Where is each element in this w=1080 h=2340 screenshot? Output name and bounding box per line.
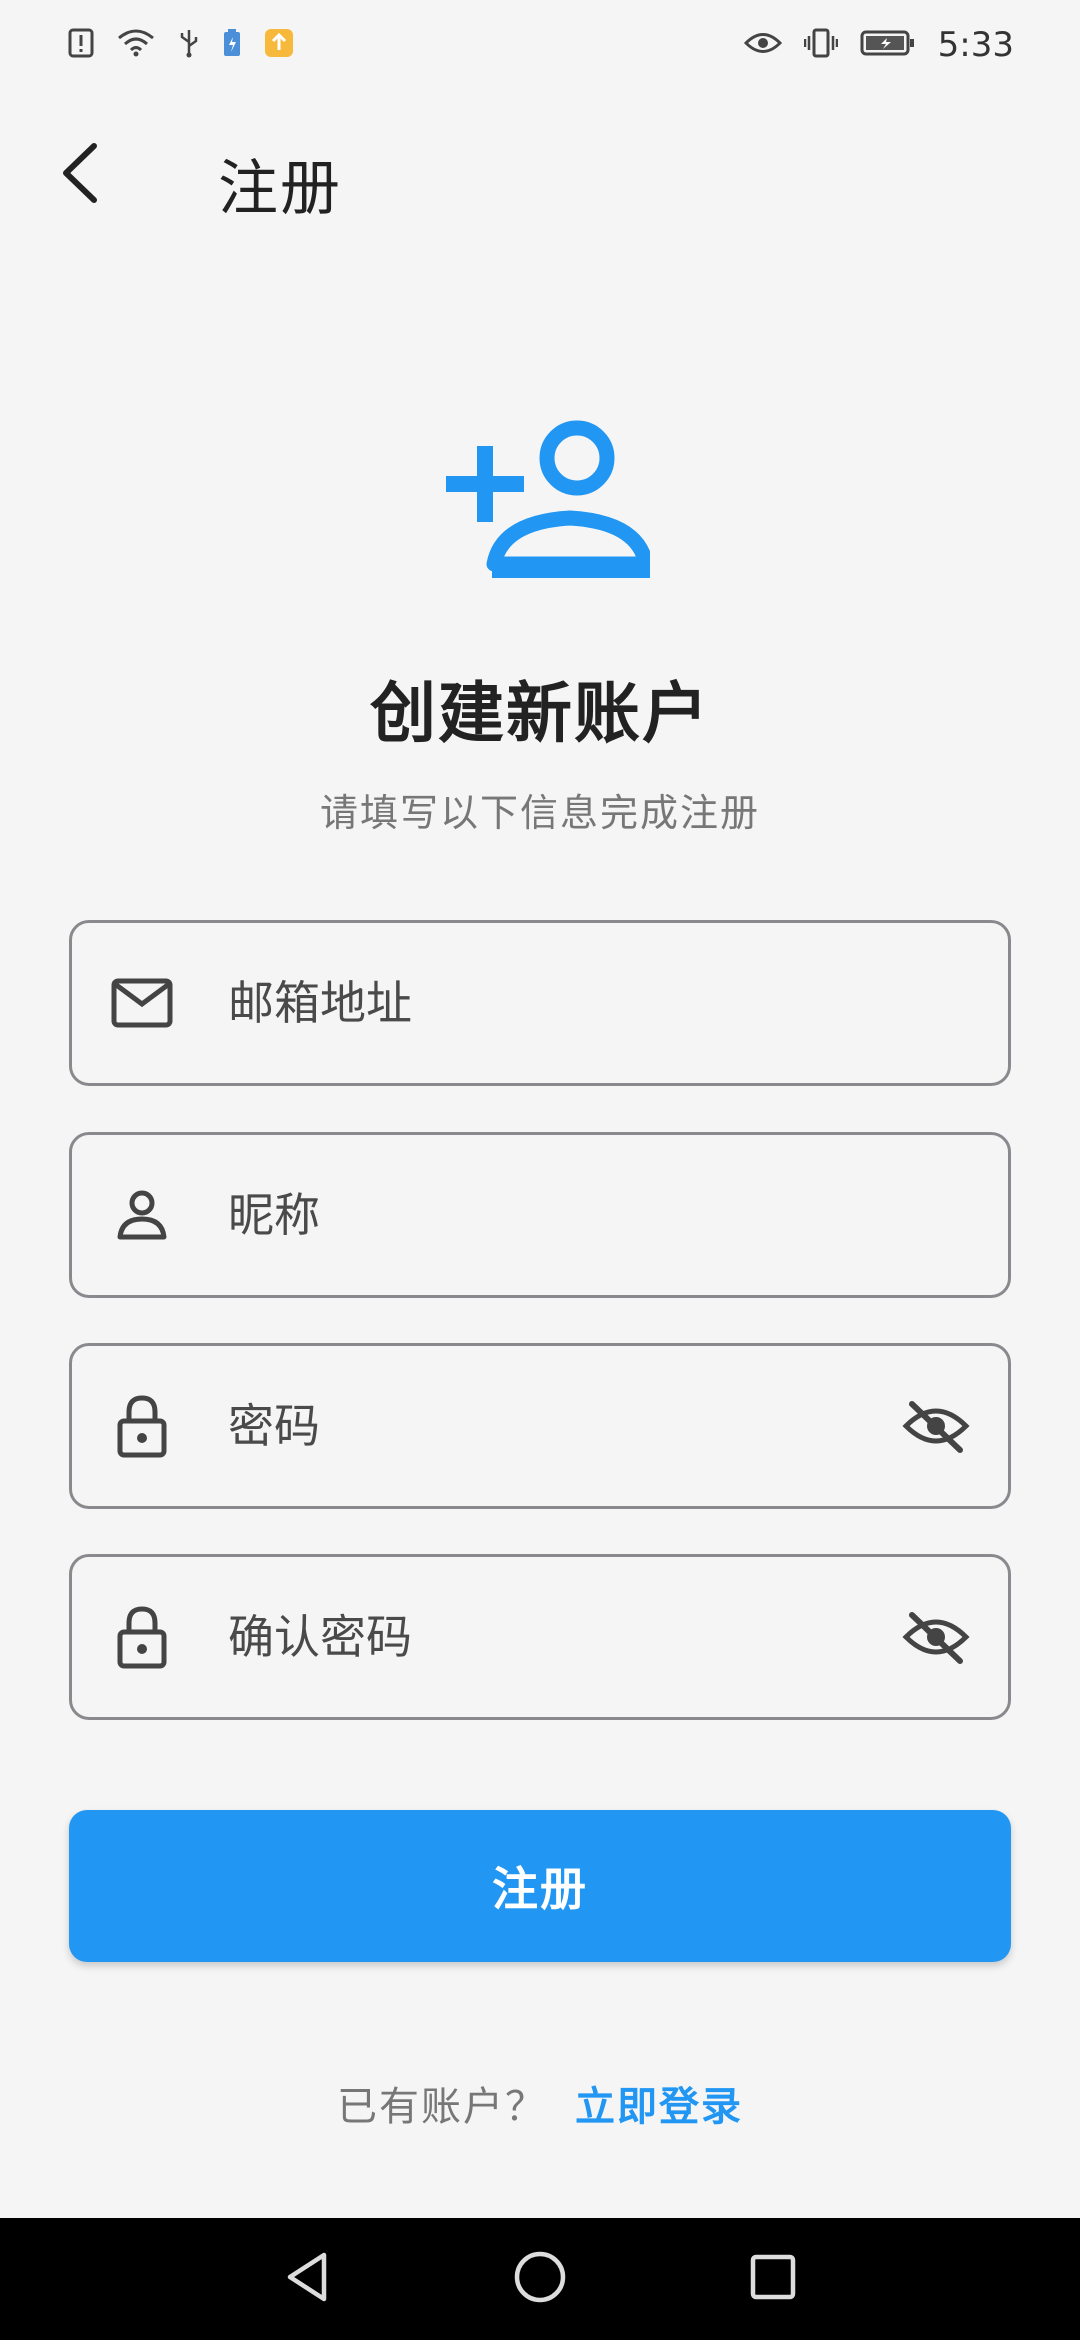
nav-back-button[interactable] — [267, 2239, 347, 2319]
password-input[interactable] — [228, 1399, 928, 1453]
nav-home-button[interactable] — [500, 2239, 580, 2319]
confirm-password-input[interactable] — [228, 1610, 928, 1664]
usb-icon — [178, 28, 200, 62]
app-bar: 注册 — [0, 90, 1080, 260]
login-link[interactable]: 立即登录 — [575, 2074, 743, 2132]
back-button[interactable] — [30, 130, 130, 220]
register-screen: 5:33 注册 创建新账户 请填写以下信息完成注册 邮箱地址 昵称 注册 已有账… — [0, 0, 1080, 2340]
login-prompt-text: 已有账户？ — [337, 2084, 547, 2130]
chevron-left-icon — [56, 140, 104, 210]
lock-icon — [110, 1605, 174, 1669]
login-prompt-row: 已有账户？ 立即登录 — [0, 2074, 1080, 2132]
visibility-off-icon[interactable] — [900, 1390, 972, 1462]
email-input[interactable] — [228, 976, 928, 1030]
nav-recents-button[interactable] — [733, 2239, 813, 2319]
wifi-icon — [116, 28, 156, 62]
status-left-icons — [68, 28, 294, 62]
person-add-icon — [432, 414, 654, 580]
subheading: 请填写以下信息完成注册 — [319, 791, 760, 835]
email-field[interactable] — [69, 920, 1011, 1086]
notification-app-icon — [264, 28, 294, 62]
mail-icon — [110, 971, 174, 1035]
status-right-icons: 5:33 — [743, 25, 1014, 65]
nickname-field[interactable] — [69, 1132, 1011, 1298]
status-bar: 5:33 — [0, 0, 1080, 90]
back-triangle-icon — [282, 2249, 332, 2309]
lock-icon — [110, 1394, 174, 1458]
home-circle-icon — [512, 2249, 568, 2309]
vibrate-icon — [803, 28, 838, 62]
status-time: 5:33 — [937, 25, 1014, 65]
battery-icon — [860, 29, 916, 61]
alert-icon — [68, 28, 94, 62]
eye-comfort-icon — [743, 30, 782, 60]
recents-square-icon — [748, 2252, 798, 2306]
heading: 创建新账户 — [370, 675, 710, 752]
system-nav-bar — [0, 2218, 1080, 2340]
person-icon — [110, 1183, 174, 1247]
page-title: 注册 — [218, 154, 342, 224]
nickname-input[interactable] — [228, 1188, 928, 1242]
password-field[interactable] — [69, 1343, 1011, 1509]
register-button[interactable]: 注册 — [69, 1810, 1011, 1962]
battery-saver-icon — [222, 28, 242, 62]
visibility-off-icon[interactable] — [900, 1601, 972, 1673]
confirm-password-field[interactable] — [69, 1554, 1011, 1720]
